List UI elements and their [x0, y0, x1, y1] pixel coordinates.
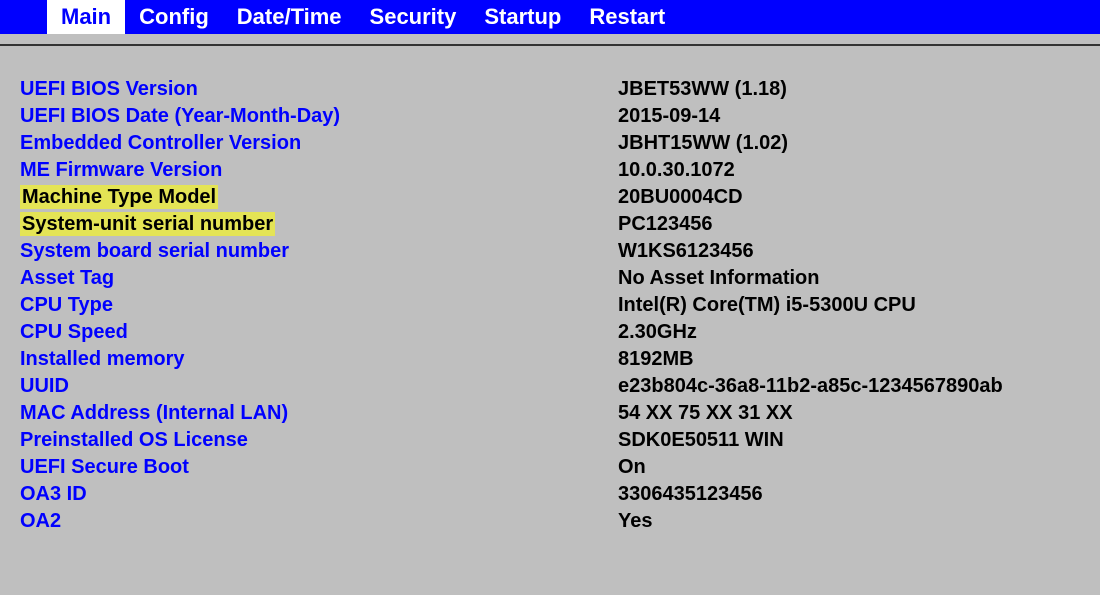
info-label-system-board-serial: System board serial number: [20, 240, 618, 263]
info-value-cpu-type: Intel(R) Core(TM) i5-5300U CPU: [618, 294, 916, 317]
info-value-asset-tag: No Asset Information: [618, 267, 820, 290]
info-row: MAC Address (Internal LAN) 54 XX 75 XX 3…: [20, 400, 1080, 427]
info-value-mac-address: 54 XX 75 XX 31 XX: [618, 402, 793, 425]
tab-security[interactable]: Security: [356, 0, 471, 34]
info-label-system-unit-serial: System-unit serial number: [20, 213, 618, 236]
info-label-uuid: UUID: [20, 375, 618, 398]
info-row: Asset Tag No Asset Information: [20, 265, 1080, 292]
info-row: UEFI BIOS Date (Year-Month-Day) 2015-09-…: [20, 103, 1080, 130]
info-row: Embedded Controller Version JBHT15WW (1.…: [20, 130, 1080, 157]
tab-main[interactable]: Main: [47, 0, 125, 34]
info-value-me-firmware: 10.0.30.1072: [618, 159, 735, 182]
info-value-ec-version: JBHT15WW (1.02): [618, 132, 788, 155]
info-row: Machine Type Model 20BU0004CD: [20, 184, 1080, 211]
info-label-installed-memory: Installed memory: [20, 348, 618, 371]
tab-config[interactable]: Config: [125, 0, 223, 34]
info-label-oa2: OA2: [20, 510, 618, 533]
info-row: UUID e23b804c-36a8-11b2-a85c-1234567890a…: [20, 373, 1080, 400]
info-label-oa3-id: OA3 ID: [20, 483, 618, 506]
info-value-system-unit-serial: PC123456: [618, 213, 713, 236]
info-row: OA3 ID 3306435123456: [20, 481, 1080, 508]
info-row: System-unit serial number PC123456: [20, 211, 1080, 238]
info-row: ME Firmware Version 10.0.30.1072: [20, 157, 1080, 184]
info-label-secure-boot: UEFI Secure Boot: [20, 456, 618, 479]
info-label-bios-date: UEFI BIOS Date (Year-Month-Day): [20, 105, 618, 128]
info-value-preinstalled-os: SDK0E50511 WIN: [618, 429, 784, 452]
info-value-bios-date: 2015-09-14: [618, 105, 720, 128]
info-value-installed-memory: 8192MB: [618, 348, 694, 371]
info-label-machine-type: Machine Type Model: [20, 186, 618, 209]
info-row: CPU Type Intel(R) Core(TM) i5-5300U CPU: [20, 292, 1080, 319]
info-label-me-firmware: ME Firmware Version: [20, 159, 618, 182]
info-label-cpu-type: CPU Type: [20, 294, 618, 317]
tab-datetime[interactable]: Date/Time: [223, 0, 356, 34]
info-row: System board serial number W1KS6123456: [20, 238, 1080, 265]
info-value-oa3-id: 3306435123456: [618, 483, 763, 506]
info-label-cpu-speed: CPU Speed: [20, 321, 618, 344]
tab-restart[interactable]: Restart: [575, 0, 679, 34]
info-value-bios-version: JBET53WW (1.18): [618, 78, 787, 101]
info-value-cpu-speed: 2.30GHz: [618, 321, 697, 344]
info-row: UEFI Secure Boot On: [20, 454, 1080, 481]
info-row: CPU Speed 2.30GHz: [20, 319, 1080, 346]
info-label-ec-version: Embedded Controller Version: [20, 132, 618, 155]
info-row: Installed memory 8192MB: [20, 346, 1080, 373]
info-label-asset-tag: Asset Tag: [20, 267, 618, 290]
info-label-preinstalled-os: Preinstalled OS License: [20, 429, 618, 452]
info-row: UEFI BIOS Version JBET53WW (1.18): [20, 76, 1080, 103]
info-value-machine-type: 20BU0004CD: [618, 186, 743, 209]
menubar: Main Config Date/Time Security Startup R…: [0, 0, 1100, 34]
info-label-mac-address: MAC Address (Internal LAN): [20, 402, 618, 425]
info-value-oa2: Yes: [618, 510, 652, 533]
bios-info-panel: UEFI BIOS Version JBET53WW (1.18) UEFI B…: [0, 46, 1100, 535]
info-value-secure-boot: On: [618, 456, 646, 479]
info-value-uuid: e23b804c-36a8-11b2-a85c-1234567890ab: [618, 375, 1003, 398]
info-label-bios-version: UEFI BIOS Version: [20, 78, 618, 101]
info-row: Preinstalled OS License SDK0E50511 WIN: [20, 427, 1080, 454]
info-row: OA2 Yes: [20, 508, 1080, 535]
tab-startup[interactable]: Startup: [470, 0, 575, 34]
info-value-system-board-serial: W1KS6123456: [618, 240, 754, 263]
